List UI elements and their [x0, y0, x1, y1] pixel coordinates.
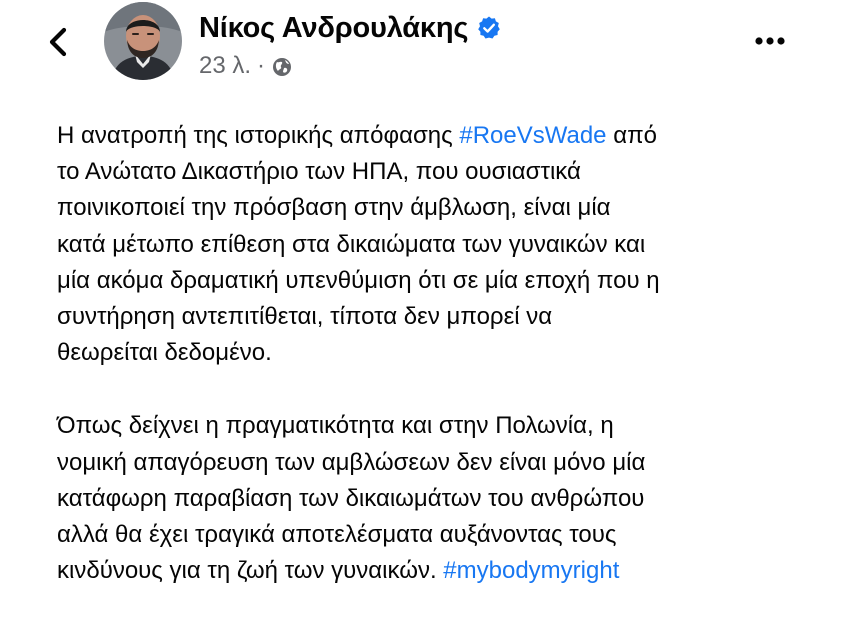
chevron-left-icon [49, 27, 67, 57]
text-line: κατά μέτωπο επίθεση στα δικαιώματα των γ… [57, 227, 817, 263]
text-line: θεωρείται δεδομένο. [57, 335, 817, 371]
post-paragraph: Η ανατροπή της ιστορικής απόφασης #RoeVs… [57, 118, 817, 371]
post-timestamp[interactable]: 23 λ. [199, 52, 251, 80]
text-line: συντήρηση αντεπιτίθεται, τίποτα δεν μπορ… [57, 299, 817, 335]
text-line: νομική απαγόρευση των αμβλώσεων δεν είνα… [57, 445, 817, 481]
globe-icon [273, 58, 292, 76]
author-row: Νίκος Ανδρουλάκης [199, 6, 502, 50]
text-line: Η ανατροπή της ιστορικής απόφασης #RoeVs… [57, 118, 817, 154]
text-segment: Όπως δείχνει η πραγματικότητα και στην Π… [57, 412, 614, 440]
text-segment: κατά μέτωπο επίθεση στα δικαιώματα των γ… [57, 230, 646, 258]
author-name[interactable]: Νίκος Ανδρουλάκης [199, 12, 468, 45]
text-segment: συντήρηση αντεπιτίθεται, τίποτα δεν μπορ… [57, 303, 553, 331]
post-header: Νίκος Ανδρουλάκης 23 λ. · [0, 0, 847, 100]
post-paragraph: Όπως δείχνει η πραγματικότητα και στην Π… [57, 408, 817, 589]
text-segment: κατάφωρη παραβίαση των δικαιωμάτων του α… [57, 484, 645, 512]
more-horizontal-icon [755, 37, 785, 45]
text-segment: Η ανατροπή της ιστορικής απόφασης [57, 122, 460, 149]
verified-badge-icon [478, 16, 501, 39]
post-text: Η ανατροπή της ιστορικής απόφασης #RoeVs… [57, 118, 817, 626]
post-meta: 23 λ. · [199, 52, 293, 80]
text-segment: ποινικοποιεί την πρόσβαση στην άμβλωση, … [57, 194, 611, 222]
hashtag-link[interactable]: #mybodymyright [443, 557, 619, 584]
back-button[interactable] [40, 22, 80, 62]
text-segment: το Ανώτατο Δικαστήριο των ΗΠΑ, που ουσια… [57, 158, 581, 186]
text-segment: αλλά θα έχει τραγικά αποτελέσματα αυξάνο… [57, 521, 617, 549]
more-options-button[interactable] [750, 24, 790, 56]
text-line: αλλά θα έχει τραγικά αποτελέσματα αυξάνο… [57, 517, 817, 553]
text-line: κατάφωρη παραβίαση των δικαιωμάτων του α… [57, 481, 817, 517]
text-segment: νομική απαγόρευση των αμβλώσεων δεν είνα… [57, 448, 646, 476]
text-line: κινδύνους για τη ζωή των γυναικών. #mybo… [57, 553, 817, 589]
text-segment: θεωρείται δεδομένο. [57, 339, 272, 367]
text-segment: μία ακόμα δραματική υπενθύμιση ότι σε μί… [57, 266, 660, 294]
text-line: μία ακόμα δραματική υπενθύμιση ότι σε μί… [57, 263, 817, 299]
meta-separator: · [257, 52, 266, 79]
text-line: ποινικοποιεί την πρόσβαση στην άμβλωση, … [57, 190, 817, 226]
text-segment: από [606, 122, 657, 149]
avatar[interactable] [104, 2, 182, 80]
profile-photo [104, 2, 182, 80]
text-line: Όπως δείχνει η πραγματικότητα και στην Π… [57, 408, 817, 444]
hashtag-link[interactable]: #RoeVsWade [459, 122, 606, 149]
text-line: το Ανώτατο Δικαστήριο των ΗΠΑ, που ουσια… [57, 154, 817, 190]
text-segment: κινδύνους για τη ζωή των γυναικών. [57, 557, 444, 585]
